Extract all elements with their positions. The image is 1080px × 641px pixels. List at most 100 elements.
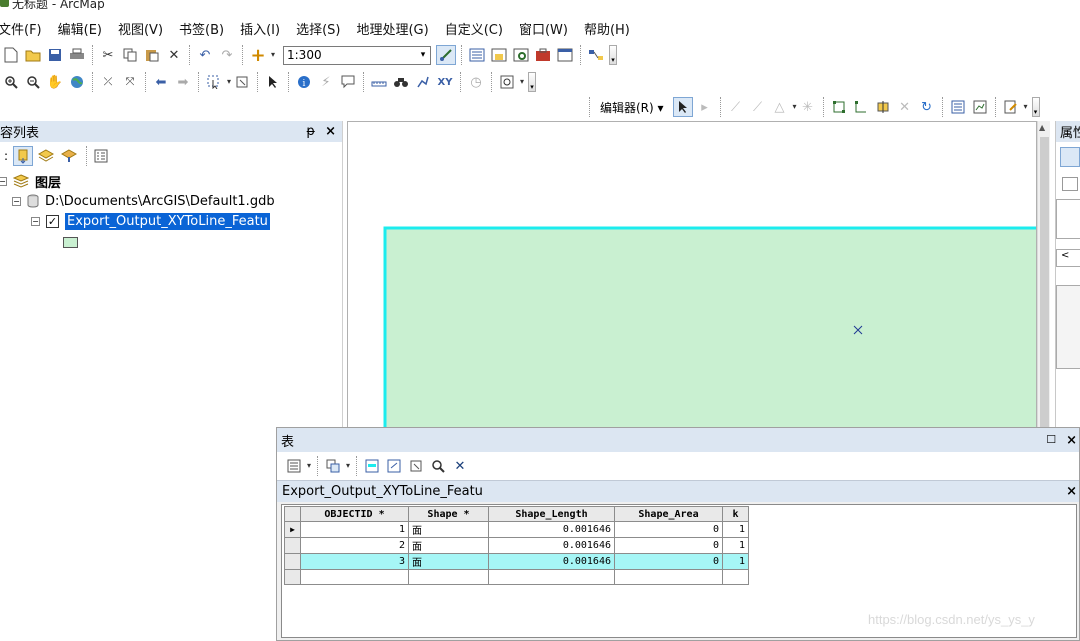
properties-attributes-box[interactable] [1056,285,1080,369]
menu-geoprocessing[interactable]: 地理处理(G) [356,19,436,38]
cell-k[interactable]: 1 [722,521,749,538]
cell-objectid[interactable]: 1 [300,521,409,538]
measure-icon[interactable] [369,72,389,92]
menu-insert[interactable]: 插入(I) [240,19,288,38]
map-display[interactable] [347,121,1037,431]
column-header-shape[interactable]: Shape * [408,506,489,522]
menu-windows[interactable]: 窗口(W) [519,19,576,38]
tree-row-layers[interactable]: − 图层 [0,172,61,191]
menu-edit[interactable]: 编辑(E) [58,19,110,38]
properties-field-box[interactable] [1056,199,1080,239]
go-to-xy-icon[interactable]: XY [435,72,455,92]
create-viewer-window-icon[interactable] [497,72,524,92]
cell-shape-area[interactable]: 0 [614,521,723,538]
rotate-tool-icon[interactable]: ↻ [917,97,937,117]
close-icon[interactable]: × [1066,433,1077,448]
cell-shape-length[interactable]: 0.001646 [488,553,615,570]
attributes-window-icon[interactable] [948,97,968,117]
zoom-out-icon[interactable] [23,72,43,92]
toolbar-overflow-grip[interactable]: ▾ [528,72,536,92]
list-by-drawing-order-icon[interactable] [13,146,33,166]
row-header[interactable] [284,569,301,585]
properties-option-icon[interactable] [1062,177,1078,191]
cell-shape-length[interactable]: 0.001646 [488,521,615,538]
column-header-k[interactable]: k [722,506,749,522]
polygon-feature[interactable] [383,226,1037,431]
arctoolbox-icon[interactable] [533,45,553,65]
editor-menu[interactable]: 编辑器(R) ▾ [600,99,664,116]
sketch-properties-icon[interactable] [970,97,990,117]
pin-icon[interactable]: ᵽ [306,124,315,139]
collapse-icon[interactable]: − [0,176,7,186]
collapse-icon[interactable]: − [31,216,40,226]
menu-customize[interactable]: 自定义(C) [445,19,511,38]
table-of-contents-icon[interactable] [467,45,487,65]
cell-empty[interactable] [300,569,409,585]
row-header[interactable] [284,553,301,570]
list-by-source-icon[interactable] [36,146,56,166]
point-tool-icon[interactable]: ✳ [798,97,818,117]
properties-tool-icon[interactable] [1060,147,1080,167]
undo-icon[interactable]: ↶ [195,45,215,65]
find-route-icon[interactable] [413,72,433,92]
fixed-zoom-in-icon[interactable]: ⤫ [98,72,118,92]
edit-annotation-icon[interactable]: ▸ [695,97,715,117]
table-row-new[interactable] [284,569,749,585]
close-tab-icon[interactable]: × [1066,484,1077,499]
redo-icon[interactable]: ↷ [217,45,237,65]
current-row-marker-icon[interactable]: ▶ [284,521,301,538]
select-features-icon[interactable] [204,72,231,92]
identify-icon[interactable]: i [294,72,314,92]
map-scale-select[interactable]: 1:300 ▾ [283,45,431,65]
fixed-zoom-out-icon[interactable]: ⤧ [120,72,140,92]
trace-tool-icon[interactable]: △ [770,97,797,117]
back-arrow-icon[interactable]: ⬅ [151,72,171,92]
cell-empty[interactable] [614,569,723,585]
table-row[interactable]: ▶ 1 面 0.001646 0 1 [284,521,749,538]
column-header-shape-area[interactable]: Shape_Area [614,506,723,522]
close-icon[interactable]: × [325,124,336,139]
cell-objectid[interactable]: 2 [300,537,409,554]
list-by-visibility-icon[interactable] [59,146,79,166]
cell-shape[interactable]: 面 [408,553,489,570]
cell-empty[interactable] [488,569,615,585]
scrollbar-thumb[interactable] [1040,137,1049,427]
layer-visibility-checkbox[interactable]: ✓ [46,214,59,228]
time-slider-icon[interactable]: ◷ [466,72,486,92]
forward-arrow-icon[interactable]: ➡ [173,72,193,92]
menu-help[interactable]: 帮助(H) [584,19,638,38]
split-tool-icon[interactable]: ✕ [895,97,915,117]
cell-k[interactable]: 1 [722,553,749,570]
menu-file[interactable]: 文件(F) [0,19,50,38]
delete-selected-icon[interactable]: ✕ [450,456,470,476]
column-header-shape-length[interactable]: Shape_Length [488,506,615,522]
add-data-icon[interactable]: + [248,45,275,66]
end-point-arc-icon[interactable]: ⟋ [748,97,768,117]
switch-selection-icon[interactable] [384,456,404,476]
map-canvas[interactable] [348,122,1037,431]
edit-tool-arrow-icon[interactable] [672,97,693,117]
maximize-icon[interactable]: ☐ [1046,433,1056,448]
modelbuilder-icon[interactable] [586,45,606,65]
open-folder-icon[interactable] [23,45,43,65]
clear-selection-icon[interactable] [406,456,426,476]
cell-empty[interactable] [408,569,489,585]
editor-toolbar-icon[interactable] [436,45,456,65]
tree-row-layer[interactable]: − ✓ Export_Output_XYToLine_Featu [31,212,270,230]
related-tables-icon[interactable] [323,456,350,476]
select-elements-arrow-icon[interactable] [263,72,283,92]
table-options-icon[interactable] [284,456,311,476]
select-by-attributes-icon[interactable] [362,456,382,476]
options-icon[interactable] [91,146,111,166]
find-binoculars-icon[interactable] [391,72,411,92]
straight-segment-icon[interactable]: ⟋ [726,97,746,117]
python-window-icon[interactable] [555,45,575,65]
tree-row-database[interactable]: − D:\Documents\ArcGIS\Default1.gdb [12,192,275,210]
cell-k[interactable]: 1 [722,537,749,554]
cell-objectid[interactable]: 3 [300,553,409,570]
catalog-window-icon[interactable] [489,45,509,65]
cell-shape-area[interactable]: 0 [614,537,723,554]
delete-icon[interactable]: ✕ [164,45,184,65]
print-icon[interactable] [67,45,87,65]
scroll-left-icon[interactable]: < [1056,249,1080,267]
